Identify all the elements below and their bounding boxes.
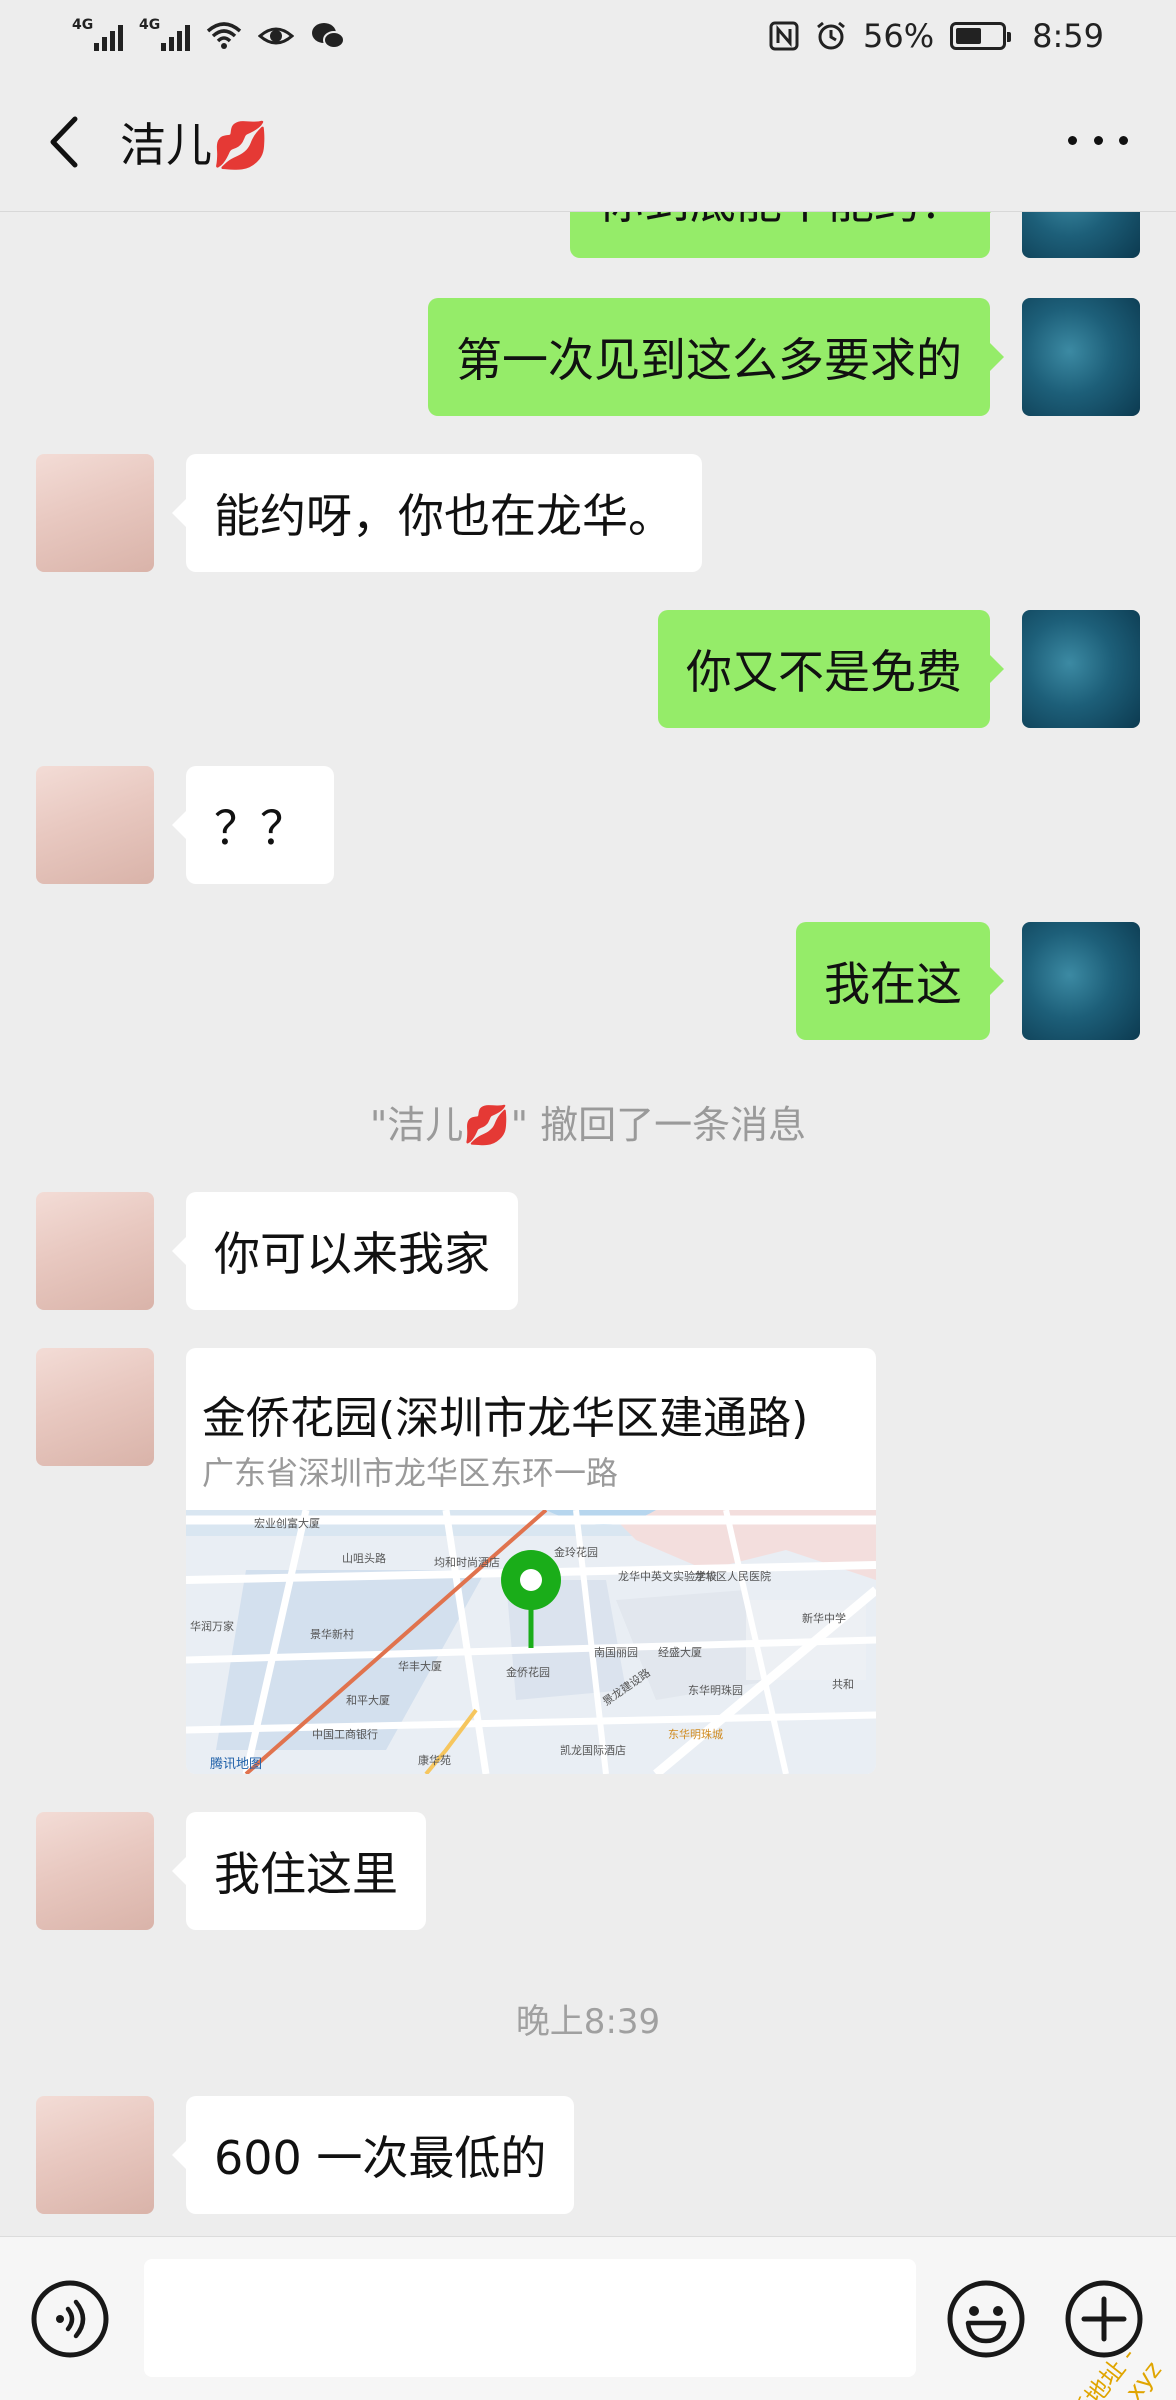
- message-bubble-incoming[interactable]: 我住这里: [172, 1812, 426, 1930]
- map-label: 共和: [832, 1678, 854, 1691]
- map-label: 东华明珠城: [668, 1727, 723, 1741]
- message-input[interactable]: [144, 2259, 916, 2377]
- location-name: 金侨花园(深圳市龙华区建通路): [202, 1393, 809, 1444]
- battery-percent: 56%: [863, 17, 935, 55]
- wifi-icon: [206, 22, 242, 49]
- map-label: 东华明珠园: [688, 1683, 743, 1697]
- status-bar: 4G 4G 56% 8:59: [0, 0, 1176, 72]
- map-label: 景华新村: [310, 1627, 354, 1641]
- map-label: 龙华区人民医院: [694, 1569, 771, 1583]
- map-provider-label: 腾讯地图: [210, 1756, 262, 1772]
- my-avatar[interactable]: [1022, 610, 1140, 728]
- contact-avatar[interactable]: [36, 1192, 154, 1310]
- more-dot-icon: [1093, 135, 1103, 145]
- message-bubble-incoming[interactable]: 你可以来我家: [172, 1192, 518, 1310]
- map-label: 和平大厦: [346, 1693, 390, 1707]
- alarm-icon: [817, 21, 845, 50]
- emoji-icon: [947, 2280, 1025, 2358]
- map-label: 金侨花园: [506, 1665, 550, 1679]
- map-label: 南国丽园: [594, 1646, 638, 1659]
- map-label: 经盛大厦: [658, 1645, 702, 1659]
- message-bubble-incoming[interactable]: ？？: [172, 766, 334, 884]
- chat-header: 洁儿💋: [0, 72, 1176, 212]
- map-label: 山咀头路: [342, 1552, 386, 1565]
- message-bubble-outgoing[interactable]: 你又不是免费: [658, 610, 1004, 728]
- contact-avatar[interactable]: [36, 766, 154, 884]
- back-button[interactable]: [34, 112, 94, 172]
- signal-icon: 4G: [72, 17, 123, 51]
- map-label: 宏业创富大厦: [254, 1516, 320, 1530]
- map-label: 凯龙国际酒店: [560, 1743, 626, 1757]
- contact-avatar[interactable]: [36, 1348, 154, 1466]
- message-bubble-incoming[interactable]: 能约呀，你也在龙华。: [172, 454, 702, 572]
- emoji-button[interactable]: [946, 2279, 1026, 2359]
- my-avatar[interactable]: [1022, 298, 1140, 416]
- status-right: 56% 8:59: [769, 17, 1104, 55]
- location-message-card[interactable]: 金侨花园(深圳市龙华区建通路) 广东省深圳市龙华区东环一路 宏业创富大厦 山咀头…: [186, 1348, 876, 1774]
- chat-title: 洁儿💋: [120, 117, 270, 172]
- map-label: 康华苑: [418, 1753, 451, 1767]
- nfc-icon: [769, 21, 799, 51]
- time-divider: 晚上8:39: [515, 2002, 661, 2042]
- location-address: 广东省深圳市龙华区东环一路: [202, 1454, 619, 1492]
- more-options-button[interactable]: [1068, 120, 1128, 160]
- recall-notice: "洁儿💋" 撤回了一条消息: [369, 1103, 807, 1147]
- map-label: 中国工商银行: [312, 1727, 378, 1741]
- map-label: 华润万家: [190, 1619, 234, 1633]
- message-bubble-outgoing[interactable]: 第一次见到这么多要求的: [428, 298, 1004, 416]
- message-bubble-outgoing[interactable]: 我在这: [796, 922, 1004, 1040]
- signal-icon-2: 4G: [139, 17, 190, 51]
- map-label: 华丰大厦: [398, 1659, 442, 1673]
- eye-icon: [258, 27, 294, 45]
- more-dot-icon: [1068, 135, 1077, 145]
- map-label: 金玲花园: [554, 1545, 598, 1559]
- location-map: 宏业创富大厦 山咀头路 均和时尚酒店 金玲花园 龙华中英文实验学校 龙华区人民医…: [186, 1510, 876, 1774]
- battery-fill: [956, 28, 981, 44]
- chevron-left-icon: [50, 116, 78, 167]
- contact-avatar[interactable]: [36, 2096, 154, 2214]
- voice-input-button[interactable]: [30, 2279, 110, 2359]
- map-label: 新华中学: [802, 1611, 846, 1625]
- more-dot-icon: [1119, 135, 1128, 145]
- battery-icon: [950, 22, 1012, 50]
- map-label: 均和时尚酒店: [434, 1555, 500, 1569]
- contact-avatar[interactable]: [36, 1812, 154, 1930]
- network-type-label: 4G: [72, 17, 94, 33]
- message-bubble-incoming[interactable]: 600 一次最低的: [171, 2096, 575, 2214]
- clock: 8:59: [1032, 17, 1104, 55]
- network-type-label-2: 4G: [139, 17, 161, 33]
- voice-icon: [31, 2280, 109, 2358]
- wechat-notification-icon: [312, 23, 345, 49]
- my-avatar[interactable]: [1022, 922, 1140, 1040]
- contact-avatar[interactable]: [36, 454, 154, 572]
- status-left: 4G 4G: [72, 17, 346, 51]
- input-bar: - 最新地址 - caofree.xyz: [0, 2236, 1176, 2400]
